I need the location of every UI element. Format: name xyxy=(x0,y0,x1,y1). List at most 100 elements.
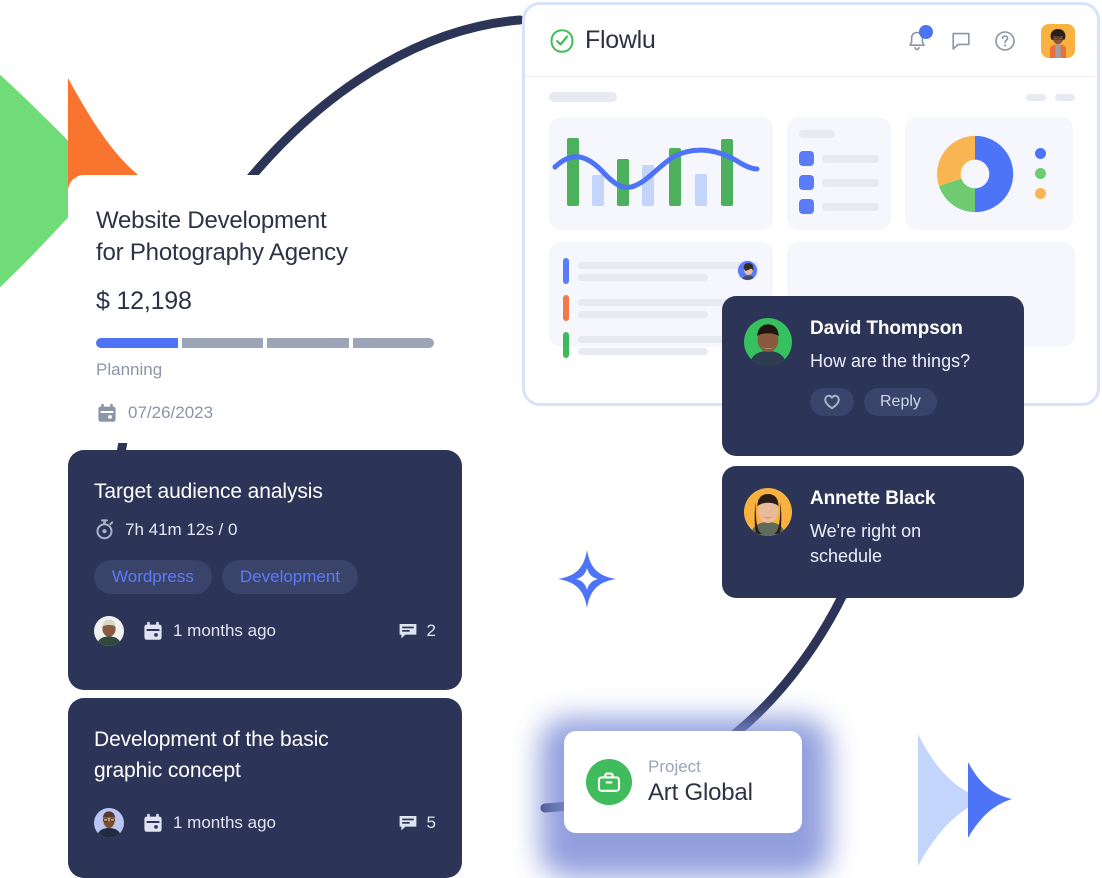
task-title: Target audience analysis xyxy=(94,480,323,503)
briefcase-icon xyxy=(586,759,632,805)
task-title: Development of the basic graphic concept xyxy=(94,724,436,786)
comment-text: We're right on schedule xyxy=(810,519,1002,569)
sparkle-decoration xyxy=(558,550,616,608)
comment-text: How are the things? xyxy=(810,351,971,371)
task-comments[interactable]: 2 xyxy=(397,620,436,642)
task-line-2 xyxy=(578,347,709,355)
task-text-placeholders xyxy=(578,261,759,281)
task-status-bar-orange xyxy=(563,295,569,321)
legend-dot-blue xyxy=(1034,148,1046,159)
notification-badge xyxy=(919,24,933,39)
comment-icon xyxy=(399,624,416,639)
screenshot-stage: Flowlu Website Development for Photograp… xyxy=(0,0,1102,878)
progress-segment-4 xyxy=(352,338,434,348)
reply-button[interactable]: Reply xyxy=(864,388,937,416)
comment-actions: Reply xyxy=(810,388,1002,416)
project-chip-title: Art Global xyxy=(648,779,753,806)
list-item[interactable] xyxy=(799,175,879,190)
legend-dot-orange xyxy=(1034,188,1046,199)
task-status-bar-green xyxy=(563,332,569,358)
task-meta-row: 1 months ago 5 xyxy=(94,808,436,838)
list-item[interactable] xyxy=(799,199,879,214)
task-tags: Wordpress Development xyxy=(94,560,436,594)
task-assignee-avatar[interactable] xyxy=(737,260,758,281)
project-progress-bar xyxy=(96,338,434,348)
task-card-target-audience[interactable]: Target audience analysis 7h 41m 12s / 0 … xyxy=(68,450,462,690)
task-timer-value: 7h 41m 12s / 0 xyxy=(125,519,238,539)
list-item-text-placeholder xyxy=(822,154,879,163)
progress-segment-3 xyxy=(267,338,349,348)
widget-row-top xyxy=(549,117,1075,230)
brand-logo[interactable]: Flowlu xyxy=(549,26,656,55)
project-card-title: Website Development for Photography Agen… xyxy=(96,205,434,269)
comment-author-avatar[interactable] xyxy=(744,318,792,366)
task-date-row: 1 months ago xyxy=(142,812,276,834)
comment-author-name: Annette Black xyxy=(810,488,936,509)
project-date-row: 07/26/2023 xyxy=(96,402,434,424)
task-timer-row: 7h 41m 12s / 0 xyxy=(94,519,436,540)
stopwatch-icon xyxy=(96,519,114,540)
comment-text-line-1: We're right on xyxy=(810,521,922,541)
task-date: 1 months ago xyxy=(173,621,277,640)
task-title-line-2: graphic concept xyxy=(94,759,241,782)
project-chip-label: Project xyxy=(648,757,701,776)
list-item-square-icon xyxy=(799,151,814,166)
progress-segment-1 xyxy=(96,338,178,348)
legend-dot-green xyxy=(1034,168,1046,179)
comment-author-avatar[interactable] xyxy=(744,488,792,536)
comment-card-annette-black[interactable]: Annette Black We're right on schedule xyxy=(722,466,1024,598)
task-comment-count: 2 xyxy=(426,621,436,640)
task-tag-wordpress[interactable]: Wordpress xyxy=(94,560,212,594)
comment-author-name: David Thompson xyxy=(810,318,963,339)
list-widget-title-placeholder xyxy=(799,130,835,138)
chat-bubble-icon[interactable] xyxy=(949,29,973,53)
project-card[interactable]: Website Development for Photography Agen… xyxy=(68,175,462,443)
task-date: 1 months ago xyxy=(173,813,277,832)
comment-text-line-2: schedule xyxy=(810,546,883,566)
project-title-line-2: for Photography Agency xyxy=(96,239,348,266)
task-date-row: 1 months ago xyxy=(142,620,276,642)
toolbar-placeholder-1[interactable] xyxy=(1026,93,1046,101)
comment-body: Annette Black We're right on schedule xyxy=(810,488,1002,576)
task-assignee-avatar[interactable] xyxy=(94,616,124,646)
project-status-label: Planning xyxy=(96,360,163,379)
task-comments[interactable]: 5 xyxy=(397,812,436,834)
project-date: 07/26/2023 xyxy=(128,403,214,422)
calendar-icon xyxy=(144,621,162,640)
toolbar-placeholder-2[interactable] xyxy=(1055,93,1075,101)
list-item-square-icon xyxy=(799,199,814,214)
task-row[interactable] xyxy=(563,258,759,284)
list-item-text-placeholder xyxy=(822,178,879,187)
task-status-bar-blue xyxy=(563,258,569,284)
task-line-1 xyxy=(578,261,759,269)
list-item-square-icon xyxy=(799,175,814,190)
dashboard-toolbar-actions xyxy=(1026,93,1075,101)
task-assignee-avatar[interactable] xyxy=(94,808,124,838)
like-button[interactable] xyxy=(810,388,854,416)
list-item[interactable] xyxy=(799,151,879,166)
donut-legend xyxy=(1034,148,1046,199)
help-circle-icon[interactable] xyxy=(993,29,1017,53)
notification-bell-icon[interactable] xyxy=(905,24,933,53)
donut-chart-widget[interactable] xyxy=(905,117,1073,230)
task-line-2 xyxy=(578,273,709,281)
donut-chart xyxy=(936,135,1013,212)
comment-icon xyxy=(399,816,416,831)
bar-line-chart xyxy=(552,138,760,206)
header-icon-group xyxy=(905,23,1075,58)
project-chip-text: Project Art Global xyxy=(648,757,753,807)
calendar-icon xyxy=(144,813,162,832)
bar-line-chart-widget[interactable] xyxy=(549,117,773,230)
task-card-graphic-concept[interactable]: Development of the basic graphic concept xyxy=(68,698,462,878)
user-avatar[interactable] xyxy=(1041,23,1075,58)
task-line-2 xyxy=(578,310,709,318)
app-header: Flowlu xyxy=(525,5,1097,77)
task-tag-development[interactable]: Development xyxy=(221,560,359,594)
comment-card-david-thompson[interactable]: David Thompson How are the things? Reply xyxy=(722,296,1024,456)
brand-name: Flowlu xyxy=(585,26,656,54)
project-chip[interactable]: Project Art Global xyxy=(564,731,802,833)
list-widget[interactable] xyxy=(787,117,891,230)
task-comment-count: 5 xyxy=(426,813,436,832)
progress-segment-2 xyxy=(181,338,263,348)
heart-icon xyxy=(824,394,840,410)
